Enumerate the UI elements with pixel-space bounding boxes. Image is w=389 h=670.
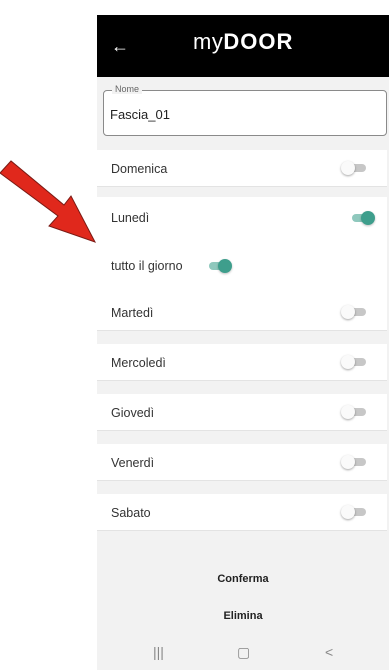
day-label: Lunedì <box>111 211 150 225</box>
day-row-giovedi: Giovedì <box>97 394 387 431</box>
phone-screen: ← my DOOR Nome Fascia_01 Domenica Lunedì… <box>97 15 389 670</box>
name-field-value[interactable]: Fascia_01 <box>110 107 170 122</box>
day-row-martedi: Martedì <box>97 294 387 331</box>
day-row-sabato: Sabato <box>97 494 387 531</box>
toggle-lunedi[interactable] <box>349 211 375 225</box>
day-label: Giovedì <box>111 406 155 420</box>
toggle-sabato[interactable] <box>341 505 367 519</box>
day-row-lunedi: Lunedì tutto il giorno <box>97 197 387 296</box>
day-row-venerdi: Venerdì <box>97 444 387 481</box>
home-icon[interactable]: ▢ <box>237 644 250 661</box>
day-label: Martedì <box>111 306 154 320</box>
logo-door: DOOR <box>223 29 294 54</box>
toggle-domenica[interactable] <box>341 161 367 175</box>
back-arrow-icon[interactable]: ← <box>109 35 131 57</box>
toggle-giovedi[interactable] <box>341 405 367 419</box>
name-field-label: Nome <box>112 84 143 94</box>
day-row-domenica: Domenica <box>97 150 387 187</box>
app-logo: my DOOR <box>193 29 293 61</box>
recents-icon[interactable]: ||| <box>153 644 164 660</box>
logo-my: my <box>193 29 224 54</box>
day-label: Venerdì <box>111 456 155 470</box>
toggle-all-day[interactable] <box>206 259 232 273</box>
toggle-venerdi[interactable] <box>341 455 367 469</box>
toggle-martedi[interactable] <box>341 305 367 319</box>
toggle-mercoledi[interactable] <box>341 355 367 369</box>
all-day-label: tutto il giorno <box>111 259 183 273</box>
red-arrow-icon <box>0 160 97 243</box>
confirm-button[interactable]: Conferma <box>97 573 389 585</box>
day-row-mercoledi: Mercoledì <box>97 344 387 381</box>
delete-button[interactable]: Elimina <box>97 610 389 622</box>
day-label: Mercoledì <box>111 356 166 370</box>
day-label: Sabato <box>111 506 151 520</box>
system-nav-bar: ||| ▢ < <box>97 636 389 670</box>
back-icon[interactable]: < <box>325 644 333 660</box>
day-label: Domenica <box>111 162 168 176</box>
name-field[interactable]: Nome Fascia_01 <box>103 84 387 136</box>
app-header: ← my DOOR <box>97 15 389 77</box>
